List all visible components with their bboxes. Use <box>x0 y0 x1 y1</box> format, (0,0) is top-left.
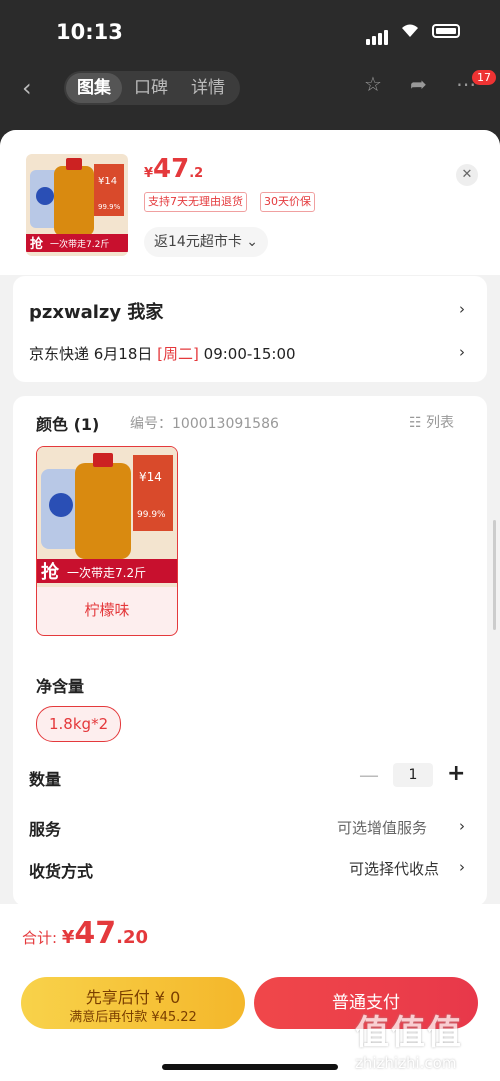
signal-icon <box>366 26 390 45</box>
color-label: 颜色 (1) <box>36 415 100 434</box>
wifi-icon <box>402 24 418 37</box>
thumb-pct: 99.9% <box>98 203 121 211</box>
total-price: 合计: ¥47.20 <box>22 916 148 951</box>
variant-qiang: 抢 <box>41 561 60 583</box>
share-icon[interactable]: ➦ <box>410 72 427 96</box>
pay-later-subtitle: 满意后再付款 ¥45.22 <box>69 1010 197 1025</box>
delivery-prefix: 京东快递 6月18日 <box>29 345 158 363</box>
product-thumbnail[interactable]: ¥14 99.9% 抢 一次带走7.2斤 <box>26 154 128 256</box>
address-name: pzxwalzy 我家 <box>29 302 164 323</box>
price-protect-tag: 30天价保 <box>260 192 315 212</box>
message-badge: 17 <box>472 70 496 85</box>
list-label: 列表 <box>426 415 455 431</box>
net-content-label: 净含量 <box>36 677 85 696</box>
thumb-badge: ¥14 <box>98 176 117 187</box>
net-content-option[interactable]: 1.8kg*2 <box>36 706 122 742</box>
variant-badge: ¥14 <box>139 470 162 484</box>
top-nav: ‹ 图集 口碑 详情 ☆ ➦ ⋯ 17 <box>0 64 500 114</box>
decrease-button[interactable]: — <box>359 763 379 787</box>
total-label: 合计: <box>22 929 62 947</box>
delivery-day: [周二] <box>157 345 199 363</box>
watermark-url: zhizhizhi.com <box>355 1054 457 1072</box>
quantity-input[interactable]: 1 <box>393 763 433 787</box>
scrollbar[interactable] <box>493 520 496 630</box>
variant-name: 柠檬味 <box>84 601 130 619</box>
delivery-time: 09:00-15:00 <box>198 345 296 363</box>
product-code: 编号：100013091586 <box>130 416 279 432</box>
total-currency: ¥ <box>61 927 75 948</box>
receive-method-value[interactable]: 可选择代收点 <box>349 858 439 879</box>
price-integer: 47 <box>153 154 190 184</box>
tab-reviews[interactable]: 口碑 <box>134 71 168 105</box>
view-tabs: 图集 口碑 详情 <box>64 71 240 105</box>
list-view-toggle[interactable]: ☷ 列表 <box>409 412 454 432</box>
return-policy-tag: 支持7天无理由退货 <box>144 192 247 212</box>
chevron-right-icon: › <box>459 343 465 361</box>
delivery-info: 京东快递 6月18日 [周二] 09:00-15:00 <box>29 343 296 364</box>
service-value[interactable]: 可选增值服务 <box>337 817 427 838</box>
tab-gallery[interactable]: 图集 <box>66 73 122 103</box>
total-integer: 47 <box>74 916 117 951</box>
tab-details[interactable]: 详情 <box>191 71 225 105</box>
quantity-label: 数量 <box>29 770 62 789</box>
watermark-logo: 值值值 <box>355 1013 463 1053</box>
total-decimal: .20 <box>116 927 148 948</box>
star-icon[interactable]: ☆ <box>364 72 382 96</box>
pay-later-title: 先享后付 ¥ 0 <box>85 988 181 1007</box>
address-card[interactable]: pzxwalzy 我家 › 京东快递 6月18日 [周二] 09:00-15:0… <box>13 276 487 382</box>
list-icon: ☷ <box>409 415 427 431</box>
price-decimal: .2 <box>189 166 204 181</box>
close-icon[interactable]: ✕ <box>456 164 478 186</box>
status-bar: 10:13 <box>0 0 500 64</box>
chevron-right-icon: › <box>459 300 465 318</box>
service-label: 服务 <box>29 820 62 839</box>
battery-icon <box>432 24 460 38</box>
variant-pct: 99.9% <box>137 510 166 520</box>
quantity-stepper: — 1 + <box>359 761 469 789</box>
sheet-header: ¥14 99.9% 抢 一次带走7.2斤 ¥47.2 支持7天无理由退货 30天… <box>0 130 500 275</box>
chevron-right-icon: › <box>459 858 465 876</box>
product-price: ¥47.2 <box>144 154 203 184</box>
spec-card: 颜色 (1) 编号：100013091586 ☷ 列表 ¥14 99.9% 抢 … <box>13 396 487 906</box>
receive-method-label: 收货方式 <box>29 862 94 881</box>
chevron-right-icon: › <box>459 817 465 835</box>
product-image: ¥14 99.9% 抢 一次带走7.2斤 <box>26 154 128 256</box>
variant-promo: 一次带走7.2斤 <box>67 566 146 580</box>
increase-button[interactable]: + <box>447 761 465 786</box>
back-arrow-icon[interactable]: ‹ <box>22 74 32 102</box>
thumb-promo: 一次带走7.2斤 <box>50 238 109 250</box>
thumb-qiang: 抢 <box>30 236 44 252</box>
supermarket-card-pill[interactable]: 返14元超市卡 ⌄ <box>144 227 268 257</box>
pay-later-button[interactable]: 先享后付 ¥ 0 满意后再付款 ¥45.22 <box>21 977 245 1029</box>
price-currency: ¥ <box>144 166 154 181</box>
home-indicator <box>162 1064 338 1070</box>
status-time: 10:13 <box>56 20 123 44</box>
variant-image: ¥14 99.9% 抢 一次带走7.2斤 <box>37 447 177 587</box>
variant-option[interactable]: ¥14 99.9% 抢 一次带走7.2斤 柠檬味 <box>36 446 178 636</box>
watermark: 值值值 zhizhizhi.com <box>355 1005 463 1072</box>
